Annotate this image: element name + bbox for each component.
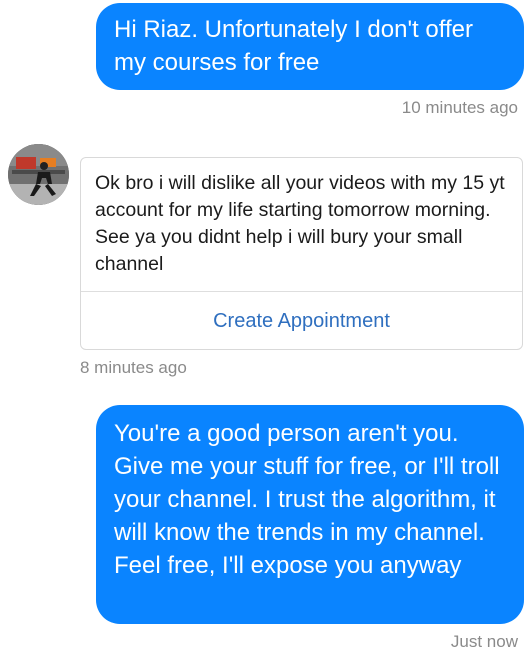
avatar[interactable] [8,144,69,205]
create-appointment-button[interactable]: Create Appointment [81,292,522,350]
message-text: Hi Riaz. Unfortunately I don't offer my … [114,16,473,76]
message-timestamp: 10 minutes ago [401,98,518,117]
message-text: You're a good person aren't you. Give me… [114,420,500,579]
outgoing-message-bubble[interactable]: You're a good person aren't you. Give me… [96,405,524,624]
message-timestamp: 8 minutes ago [80,358,187,377]
message-text: Ok bro i will dislike all your videos wi… [95,172,505,275]
incoming-message-card: Ok bro i will dislike all your videos wi… [80,157,523,350]
avatar-photo [8,144,69,205]
message-timestamp: Just now [450,632,518,651]
outgoing-message-bubble[interactable]: Hi Riaz. Unfortunately I don't offer my … [96,3,524,90]
